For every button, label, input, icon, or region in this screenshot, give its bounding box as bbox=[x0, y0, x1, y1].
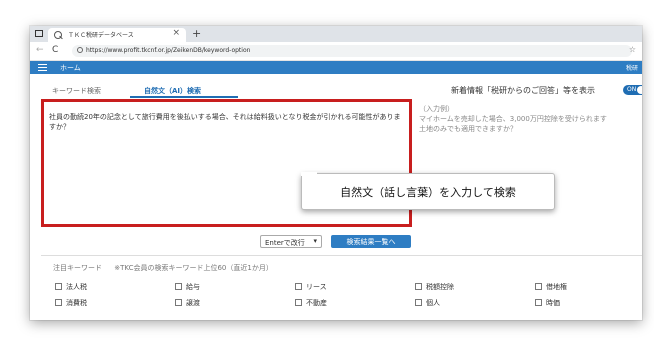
search-icon bbox=[54, 31, 62, 39]
checkbox-icon[interactable] bbox=[535, 283, 542, 290]
keyword-checkbox[interactable]: 借地権 bbox=[535, 282, 567, 292]
toggle-knob bbox=[637, 86, 642, 94]
news-display-label: 新着情報「税研からのご回答」等を表示 bbox=[451, 86, 595, 95]
checkbox-icon[interactable] bbox=[295, 283, 302, 290]
keyword-label: 税額控除 bbox=[426, 283, 454, 291]
checkbox-icon[interactable] bbox=[415, 283, 422, 290]
callout-bubble: 自然文（話し言葉）を入力して検索 bbox=[301, 173, 555, 210]
tab-natural-language-search[interactable]: 自然文（AI）検索 bbox=[144, 86, 201, 96]
keyword-label: 譲渡 bbox=[186, 299, 200, 307]
enter-newline-dropdown[interactable]: Enterで改行 ▾ bbox=[260, 235, 322, 248]
keyword-checkbox[interactable]: 不動産 bbox=[295, 298, 327, 308]
keywords-note: ※TKC会員の検索キーワード上位60（直近1か月） bbox=[114, 264, 273, 272]
checkbox-icon[interactable] bbox=[175, 283, 182, 290]
browser-tab-strip: ＴＫＣ税研データベース × + bbox=[30, 26, 642, 42]
keyword-label: 不動産 bbox=[306, 299, 327, 307]
keyword-checkbox[interactable]: 譲渡 bbox=[175, 298, 200, 308]
address-bar: ← C https://www.profit.tkcnf.or.jp/Zeike… bbox=[30, 42, 642, 61]
checkbox-icon[interactable] bbox=[55, 299, 62, 306]
search-mode-tabs: キーワード検索 自然文（AI）検索 新着情報「税研からのご回答」等を表示 ON bbox=[30, 74, 642, 96]
keyword-checkbox[interactable]: 消費税 bbox=[55, 298, 87, 308]
back-icon[interactable]: ← bbox=[36, 45, 44, 55]
checkbox-icon[interactable] bbox=[535, 299, 542, 306]
chevron-down-icon: ▾ bbox=[313, 237, 317, 245]
checkbox-icon[interactable] bbox=[295, 299, 302, 306]
keyword-checkbox[interactable]: 給与 bbox=[175, 282, 200, 292]
menu-icon[interactable] bbox=[38, 64, 47, 71]
keywords-title: 注目キーワード bbox=[53, 264, 102, 272]
search-results-button[interactable]: 検索結果一覧へ bbox=[331, 235, 411, 248]
url-field[interactable]: https://www.profit.tkcnf.or.jp/ZeikenDB/… bbox=[72, 45, 636, 57]
checkbox-icon[interactable] bbox=[55, 283, 62, 290]
tab-title: ＴＫＣ税研データベース bbox=[68, 32, 134, 39]
example-line-1: マイホームを売却した場合、3,000万円控除を受けられます bbox=[419, 115, 607, 123]
checkbox-icon[interactable] bbox=[415, 299, 422, 306]
input-example: （入力例） マイホームを売却した場合、3,000万円控除を受けられます 土地のみ… bbox=[419, 104, 642, 134]
reload-icon[interactable]: C bbox=[52, 45, 58, 55]
callout-tail-cover bbox=[301, 172, 317, 176]
keyword-checkbox[interactable]: 税額控除 bbox=[415, 282, 454, 292]
new-tab-button[interactable]: + bbox=[192, 27, 201, 40]
keyword-label: 時価 bbox=[546, 299, 560, 307]
checkbox-icon[interactable] bbox=[175, 299, 182, 306]
tab-keyword-search[interactable]: キーワード検索 bbox=[52, 86, 101, 96]
header-right-link[interactable]: 税研 bbox=[626, 63, 638, 72]
site-info-icon[interactable] bbox=[77, 47, 83, 53]
enter-newline-label: Enterで改行 bbox=[265, 239, 305, 247]
browser-tab[interactable]: ＴＫＣ税研データベース × bbox=[48, 28, 186, 42]
browser-window: ＴＫＣ税研データベース × + ← C https://www.profit.t… bbox=[30, 26, 642, 320]
question-text[interactable]: 社員の勤続20年の記念として旅行費用を後払いする場合、それは給料扱いとなり税金が… bbox=[49, 112, 404, 132]
keyword-label: 給与 bbox=[186, 283, 200, 291]
url-text: https://www.profit.tkcnf.or.jp/ZeikenDB/… bbox=[86, 47, 251, 54]
active-tab-indicator bbox=[130, 96, 238, 98]
keyword-checkbox[interactable]: 個人 bbox=[415, 298, 440, 308]
news-toggle[interactable]: ON bbox=[623, 85, 642, 95]
search-results-label: 検索結果一覧へ bbox=[346, 238, 396, 246]
window-menu-icon[interactable] bbox=[35, 30, 43, 37]
keyword-checkbox[interactable]: 法人税 bbox=[55, 282, 87, 292]
keyword-checkbox[interactable]: リース bbox=[295, 282, 327, 292]
keywords-heading: 注目キーワード ※TKC会員の検索キーワード上位60（直近1か月） bbox=[53, 263, 273, 273]
keyword-label: 消費税 bbox=[66, 299, 87, 307]
keyword-label: 法人税 bbox=[66, 283, 87, 291]
callout-text: 自然文（話し言葉）を入力して検索 bbox=[340, 186, 516, 199]
keyword-checkbox[interactable]: 時価 bbox=[535, 298, 560, 308]
example-line-2: 土地のみでも適用できますか？ bbox=[419, 125, 517, 133]
tab-close-icon[interactable]: × bbox=[172, 28, 180, 38]
keyword-label: 個人 bbox=[426, 299, 440, 307]
app-header: ホーム 税研 bbox=[30, 61, 642, 74]
toggle-label: ON bbox=[627, 86, 637, 93]
keyword-label: 借地権 bbox=[546, 283, 567, 291]
section-divider bbox=[41, 255, 642, 256]
example-heading: （入力例） bbox=[419, 105, 454, 113]
keyword-label: リース bbox=[306, 283, 327, 291]
home-link[interactable]: ホーム bbox=[60, 63, 81, 73]
bookmark-star-icon[interactable]: ☆ bbox=[629, 45, 636, 54]
